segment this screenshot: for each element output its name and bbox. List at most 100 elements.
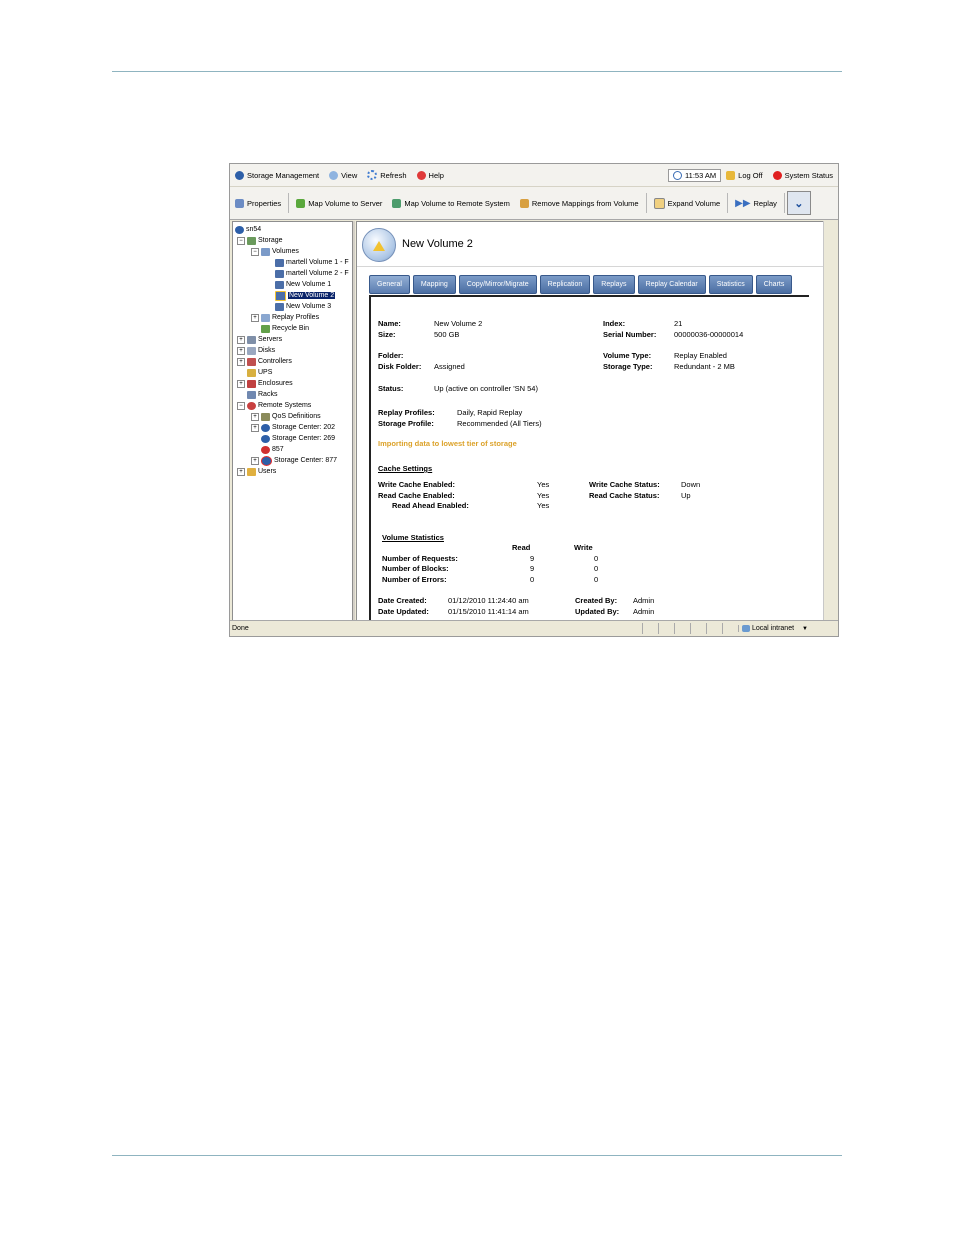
tree-node-root[interactable]: sn54 bbox=[235, 224, 261, 235]
tree-label: Users bbox=[258, 468, 277, 475]
errors-read-value: 0 bbox=[530, 575, 535, 584]
tree-node-volume[interactable]: New Volume 3 bbox=[275, 301, 331, 312]
view-menu[interactable]: View bbox=[324, 170, 362, 180]
expand-icon[interactable]: + bbox=[251, 456, 259, 465]
map-remote-label: Map Volume to Remote System bbox=[404, 198, 510, 208]
tab-general[interactable]: General bbox=[369, 275, 410, 294]
tree-node-volume[interactable]: martell Volume 2 - F bbox=[275, 268, 349, 279]
tree-label: New Volume 3 bbox=[286, 303, 332, 310]
tree-node-volume-selected[interactable]: New Volume 2 bbox=[275, 290, 336, 301]
tab-statistics[interactable]: Statistics bbox=[708, 275, 753, 294]
tree-node-replay-profiles[interactable]: + Replay Profiles bbox=[251, 312, 319, 323]
navigation-tree: sn54 − Storage − Volumes martell Volume … bbox=[232, 221, 353, 621]
expand-icon[interactable]: + bbox=[237, 335, 245, 344]
tab-replay-calendar[interactable]: Replay Calendar bbox=[637, 275, 706, 294]
storage-center-icon bbox=[261, 423, 270, 432]
tree-node-remote[interactable]: 857 bbox=[261, 444, 284, 455]
map-volume-to-server-button[interactable]: Map Volume to Server bbox=[291, 198, 387, 208]
storage-management-label: Storage Management bbox=[247, 170, 320, 180]
tree-node-volumes[interactable]: − Volumes bbox=[251, 246, 299, 257]
tree-node-volume[interactable]: New Volume 1 bbox=[275, 279, 331, 290]
tab-charts[interactable]: Charts bbox=[755, 275, 793, 294]
tree-node-storage-center[interactable]: + Storage Center: 877 bbox=[251, 455, 337, 466]
import-status-message: Importing data to lowest tier of storage bbox=[378, 439, 517, 448]
map-server-icon bbox=[296, 198, 306, 208]
tab-bar: General Mapping Copy/Mirror/Migrate Repl… bbox=[369, 275, 793, 294]
remote-error-icon bbox=[261, 445, 270, 454]
properties-button[interactable]: Properties bbox=[230, 198, 286, 208]
tree-node-ups[interactable]: UPS bbox=[247, 367, 272, 378]
storage-profile-label: Storage Profile: bbox=[378, 419, 434, 428]
expand-icon[interactable]: + bbox=[251, 313, 259, 322]
tree-node-volume[interactable]: martell Volume 1 - F bbox=[275, 257, 349, 268]
expand-icon[interactable]: + bbox=[237, 379, 245, 388]
help-button[interactable]: Help bbox=[412, 170, 449, 180]
volume-detail-pane: New Volume 2 General Mapping Copy/Mirror… bbox=[356, 221, 824, 621]
tree-label: sn54 bbox=[246, 226, 262, 233]
tree-node-recycle-bin[interactable]: Recycle Bin bbox=[261, 323, 309, 334]
log-off-label: Log Off bbox=[738, 170, 763, 180]
tree-node-disks[interactable]: + Disks bbox=[237, 345, 275, 356]
status-cell bbox=[706, 623, 722, 634]
pane-splitter[interactable] bbox=[353, 221, 355, 621]
disk-folder-value: Assigned bbox=[434, 362, 465, 371]
storage-center-window: Storage Management View Refresh Help 11:… bbox=[229, 163, 839, 637]
tree-label: martell Volume 2 - F bbox=[286, 270, 349, 277]
toolbar-overflow-button[interactable]: ⌄ bbox=[786, 191, 811, 215]
tree-node-users[interactable]: + Users bbox=[237, 466, 276, 477]
tree-node-storage[interactable]: − Storage bbox=[237, 235, 283, 246]
storage-management-menu[interactable]: Storage Management bbox=[230, 170, 324, 180]
intranet-globe-icon bbox=[742, 625, 750, 632]
tree-node-remote-systems[interactable]: − Remote Systems bbox=[237, 400, 311, 411]
tree-node-qos[interactable]: + QoS Definitions bbox=[251, 411, 321, 422]
refresh-label: Refresh bbox=[380, 170, 407, 180]
expand-icon[interactable]: + bbox=[251, 412, 259, 421]
tree-node-storage-center[interactable]: Storage Center: 269 bbox=[261, 433, 335, 444]
top-menu-bar: Storage Management View Refresh Help 11:… bbox=[230, 164, 838, 187]
tab-copy-mirror-migrate[interactable]: Copy/Mirror/Migrate bbox=[458, 275, 537, 294]
tree-node-servers[interactable]: + Servers bbox=[237, 334, 282, 345]
tree-node-enclosures[interactable]: + Enclosures bbox=[237, 378, 293, 389]
tree-node-controllers[interactable]: + Controllers bbox=[237, 356, 292, 367]
vertical-scrollbar[interactable] bbox=[823, 221, 838, 621]
read-cache-enabled-label: Read Cache Enabled: bbox=[378, 491, 455, 500]
tree-label: UPS bbox=[258, 369, 273, 376]
properties-icon bbox=[235, 198, 244, 208]
system-status-button[interactable]: System Status bbox=[768, 170, 838, 180]
collapse-icon[interactable]: − bbox=[251, 247, 259, 256]
expand-volume-button[interactable]: Expand Volume bbox=[649, 197, 726, 209]
replay-button[interactable]: ▶▶ Replay bbox=[730, 198, 782, 209]
tree-label: Storage bbox=[258, 237, 283, 244]
page-footer-rule bbox=[112, 1155, 842, 1156]
serial-number-label: Serial Number: bbox=[603, 330, 657, 339]
tab-replays[interactable]: Replays bbox=[593, 275, 635, 294]
date-updated-label: Date Updated: bbox=[378, 607, 429, 616]
collapse-icon[interactable]: − bbox=[237, 401, 245, 410]
security-zone[interactable]: Local intranet ▼ bbox=[738, 625, 808, 632]
expand-icon[interactable]: + bbox=[237, 467, 245, 476]
errors-write-value: 0 bbox=[594, 575, 599, 584]
users-icon bbox=[247, 467, 256, 476]
size-label: Size: bbox=[378, 330, 396, 339]
serial-number-value: 00000036-00000014 bbox=[674, 330, 744, 339]
map-volume-to-remote-button[interactable]: Map Volume to Remote System bbox=[387, 198, 514, 208]
log-off-button[interactable]: Log Off bbox=[721, 170, 767, 180]
expand-icon[interactable]: + bbox=[251, 423, 259, 432]
expand-icon[interactable]: + bbox=[237, 357, 245, 366]
tab-mapping[interactable]: Mapping bbox=[412, 275, 456, 294]
status-value: Up (active on controller 'SN 54) bbox=[434, 384, 538, 393]
tree-label: Servers bbox=[258, 336, 283, 343]
tree-label: New Volume 1 bbox=[286, 281, 332, 288]
tree-label: Recycle Bin bbox=[272, 325, 309, 332]
tree-label: Controllers bbox=[258, 358, 292, 365]
tab-replication[interactable]: Replication bbox=[539, 275, 591, 294]
refresh-button[interactable]: Refresh bbox=[362, 170, 411, 180]
tree-label: Storage Center: 202 bbox=[272, 424, 336, 431]
storage-center-icon bbox=[261, 434, 270, 443]
collapse-icon[interactable]: − bbox=[237, 236, 245, 245]
remove-mappings-button[interactable]: Remove Mappings from Volume bbox=[515, 198, 644, 208]
tree-node-storage-center[interactable]: + Storage Center: 202 bbox=[251, 422, 335, 433]
volume-type-label: Volume Type: bbox=[603, 351, 652, 360]
tree-node-racks[interactable]: Racks bbox=[247, 389, 277, 400]
expand-icon[interactable]: + bbox=[237, 346, 245, 355]
